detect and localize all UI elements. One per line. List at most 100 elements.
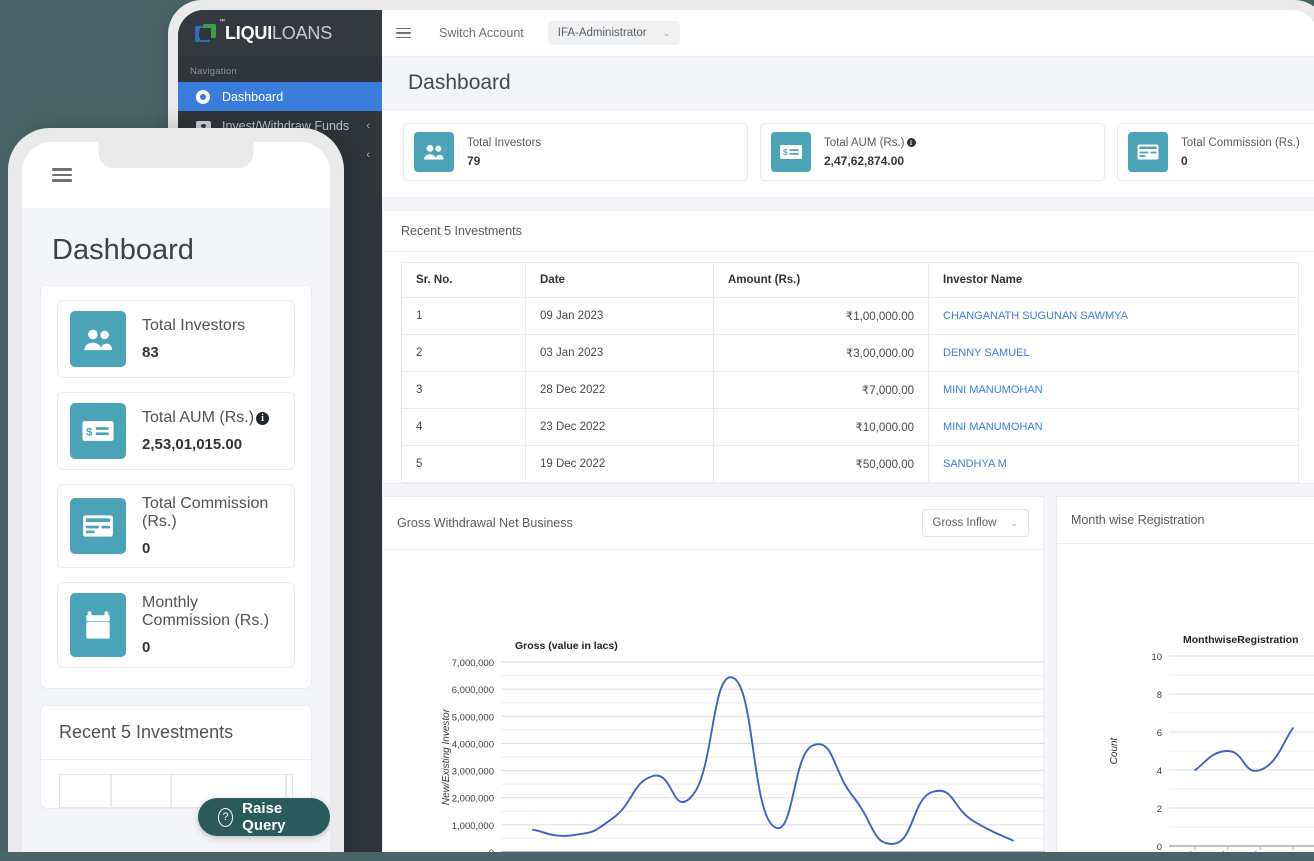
registration-chart-title: Month wise Registration [1071, 513, 1205, 527]
gross-inflow-value: Gross Inflow [932, 517, 997, 529]
phone-stat-value: 0 [142, 540, 151, 557]
hamburger-icon[interactable] [396, 27, 411, 39]
phone-recent-title: Recent 5 Investments [59, 722, 234, 742]
chevron-left-icon: ‹ [366, 119, 370, 132]
phone-device-frame: Dashboard Total Investors 83 $ Total AUM… [8, 128, 344, 861]
topbar: Switch Account IFA-Administrator ⌄ [382, 10, 1314, 57]
page-bottom-strip [0, 852, 1314, 861]
stat-card-value: 0 [1181, 153, 1188, 168]
brand-name: LIQUILOANS [225, 23, 333, 43]
phone-stat-value: 0 [142, 639, 151, 656]
cell-amount: ₹3,00,000.00 [713, 334, 929, 372]
recent-investments-table: Sr. No. Date Amount (Rs.) Investor Name … [401, 262, 1299, 483]
investor-link[interactable]: DENNY SAMUEL [943, 347, 1030, 359]
liquiloans-logo-icon [195, 23, 217, 44]
cell-date: 03 Jan 2023 [525, 334, 714, 372]
info-icon[interactable]: i [906, 138, 916, 147]
chevron-left-icon: ‹ [366, 148, 370, 161]
stat-card-value: 79 [467, 153, 481, 168]
stat-card-total-aum: $ Total AUM (Rs.) i 2,47,62,874.00 [760, 123, 1105, 181]
people-icon [70, 311, 126, 367]
registration-chart-body: 0246810MonthwiseRegistrationCount..2022.… [1057, 544, 1314, 852]
gross-inflow-select[interactable]: Gross Inflow ⌄ [921, 509, 1029, 537]
cell-date: 23 Dec 2022 [525, 408, 714, 446]
phone-table-cell [111, 774, 171, 808]
table-row: 4 23 Dec 2022 ₹10,000.00 MINI MANUMOHAN [401, 408, 1299, 446]
gross-line-chart: 01,000,0002,000,0003,000,0004,000,0005,0… [441, 640, 1045, 852]
gross-chart-header: Gross Withdrawal Net Business Gross Infl… [383, 497, 1043, 550]
table-row: 1 09 Jan 2023 ₹1,00,000.00 CHANGANATH SU… [401, 297, 1299, 335]
info-icon[interactable]: i [256, 411, 270, 425]
switch-account-link[interactable]: Switch Account [439, 26, 524, 40]
phone-stats-container: Total Investors 83 $ Total AUM (Rs.) i 2… [40, 285, 312, 689]
svg-text:6: 6 [1157, 728, 1162, 739]
card-icon [1128, 132, 1168, 172]
svg-text:10: 10 [1151, 652, 1162, 663]
phone-screen: Dashboard Total Investors 83 $ Total AUM… [22, 142, 330, 861]
sidebar-item-dashboard[interactable]: Dashboard [178, 82, 382, 111]
gross-chart-body: 01,000,0002,000,0003,000,0004,000,0005,0… [383, 550, 1045, 852]
cell-amount: ₹1,00,000.00 [713, 297, 929, 335]
col-investor-name: Investor Name [928, 262, 1299, 298]
svg-text:4,000,000: 4,000,000 [452, 739, 494, 750]
chevron-down-icon: ⌄ [662, 27, 671, 38]
cheque-icon: $ [771, 132, 811, 172]
calendar-icon [70, 593, 126, 657]
svg-text:New/Existing Investor: New/Existing Investor [441, 708, 452, 805]
charts-row: Gross Withdrawal Net Business Gross Infl… [382, 496, 1314, 852]
stat-card-label: Total Investors [467, 136, 542, 149]
svg-text:8: 8 [1157, 690, 1162, 701]
investor-link[interactable]: SANDHYA M [943, 458, 1007, 470]
cell-amount: ₹7,000.00 [713, 371, 929, 409]
col-amount: Amount (Rs.) [713, 262, 929, 298]
brand-logo[interactable]: ™ LIQUILOANS [178, 10, 382, 57]
cell-investor: MINI MANUMOHAN [928, 371, 1299, 409]
table-body: 1 09 Jan 2023 ₹1,00,000.00 CHANGANATH SU… [401, 297, 1299, 483]
nav-section-label: Navigation [190, 66, 237, 77]
main-content: Switch Account IFA-Administrator ⌄ Dashb… [382, 10, 1314, 852]
registration-line-chart: 0246810MonthwiseRegistrationCount..2022.… [1109, 634, 1314, 852]
people-icon [414, 132, 454, 172]
table-row: 2 03 Jan 2023 ₹3,00,000.00 DENNY SAMUEL [401, 334, 1299, 372]
stat-card-total-investors: Total Investors 79 [403, 123, 748, 181]
svg-text:6,000,000: 6,000,000 [452, 685, 494, 696]
cell-investor: CHANGANATH SUGUNAN SAWMYA [928, 297, 1299, 335]
cell-sr: 4 [401, 408, 526, 446]
table-row: 3 28 Dec 2022 ₹7,000.00 MINI MANUMOHAN [401, 371, 1299, 409]
cheque-icon: $ [70, 403, 126, 459]
phone-page-title: Dashboard [52, 234, 194, 266]
raise-query-button[interactable]: ? Raise Query [198, 798, 330, 836]
hamburger-icon[interactable] [52, 168, 72, 182]
table-row: 5 19 Dec 2022 ₹50,000.00 SANDHYA M [401, 445, 1299, 483]
phone-table-cell [59, 774, 111, 808]
phone-stat-label: Total AUM (Rs.) i [142, 409, 270, 427]
role-select[interactable]: IFA-Administrator ⌄ [547, 21, 681, 45]
phone-stat-value: 2,53,01,015.00 [142, 436, 243, 453]
phone-stat-total-investors: Total Investors 83 [57, 300, 295, 378]
phone-stat-total-aum: $ Total AUM (Rs.) i 2,53,01,015.00 [57, 392, 295, 470]
investor-link[interactable]: CHANGANATH SUGUNAN SAWMYA [943, 310, 1128, 322]
gross-chart-title: Gross Withdrawal Net Business [397, 516, 573, 530]
recent-investments-panel: Recent 5 Investments Sr. No. Date Amount… [382, 210, 1314, 484]
investor-link[interactable]: MINI MANUMOHAN [943, 384, 1043, 396]
svg-text:1,000,000: 1,000,000 [452, 821, 494, 832]
svg-text:Count: Count [1109, 736, 1120, 764]
cell-investor: DENNY SAMUEL [928, 334, 1299, 372]
stat-card-total-commission: Total Commission (Rs.) 0 [1117, 123, 1314, 181]
svg-text:2,000,000: 2,000,000 [452, 794, 494, 805]
cell-amount: ₹10,000.00 [713, 408, 929, 446]
stat-card-label: Total Commission (Rs.) [1181, 136, 1300, 149]
svg-text:3,000,000: 3,000,000 [452, 767, 494, 778]
sidebar-item-label: Dashboard [222, 89, 284, 104]
investor-link[interactable]: MINI MANUMOHAN [943, 421, 1043, 433]
phone-stat-monthly-commission: Monthly Commission (Rs.) 0 [57, 582, 295, 668]
cell-investor: MINI MANUMOHAN [928, 408, 1299, 446]
month-registration-panel: Month wise Registration 0 2 4 6 8 10 Monthwise… [1056, 496, 1314, 852]
cell-sr: 2 [401, 334, 526, 372]
recent-investments-title: Recent 5 Investments [383, 211, 1314, 252]
cell-sr: 3 [401, 371, 526, 409]
cell-date: 28 Dec 2022 [525, 371, 714, 409]
svg-text:Gross (value in lacs): Gross (value in lacs) [515, 640, 618, 652]
svg-text:7,000,000: 7,000,000 [452, 658, 494, 669]
raise-query-label: Raise Query [242, 800, 286, 834]
